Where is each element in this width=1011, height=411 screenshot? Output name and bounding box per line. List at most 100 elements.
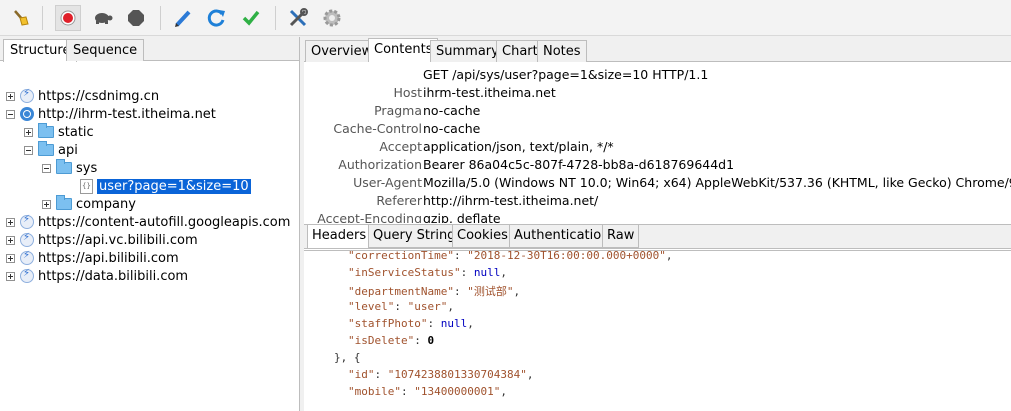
tab-query-string[interactable]: Query String	[368, 225, 461, 248]
header-row: Pragma no-cache	[304, 103, 1011, 121]
tree-node[interactable]: sys	[42, 159, 97, 177]
toolbar	[0, 0, 1011, 36]
header-row: Host ihrm-test.itheima.net	[304, 85, 1011, 103]
header-row: Accept application/json, text/plain, */*	[304, 139, 1011, 157]
json-line: "id": "1074238801330704384",	[348, 368, 533, 385]
header-key: Accept	[379, 139, 422, 154]
tab-notes[interactable]: Notes	[537, 40, 587, 62]
tab-summary[interactable]: Summary	[430, 40, 505, 62]
tree-node[interactable]: http://ihrm-test.itheima.net	[6, 105, 216, 123]
refresh-icon[interactable]	[204, 5, 230, 31]
header-key: Host	[393, 85, 422, 100]
collapse-icon[interactable]	[42, 163, 51, 173]
record-icon[interactable]	[55, 5, 81, 31]
tree-node[interactable]: api	[24, 141, 78, 159]
json-value: "1074238801330704384"	[387, 368, 527, 381]
stop-icon[interactable]	[123, 5, 149, 31]
collapse-icon[interactable]	[24, 145, 33, 155]
tree-node[interactable]: static	[24, 123, 94, 141]
lightning-icon	[20, 232, 34, 247]
header-value: ihrm-test.itheima.net	[423, 85, 556, 100]
tab-sequence[interactable]: Sequence	[66, 39, 145, 61]
lightning-icon	[20, 88, 34, 103]
pencil-icon[interactable]	[170, 5, 196, 31]
header-value: no-cache	[423, 103, 481, 118]
header-value: gzip, deflate	[423, 211, 501, 223]
header-value: Mozilla/5.0 (Windows NT 10.0; Win64; x64…	[423, 175, 1011, 190]
json-key: "correctionTime"	[348, 250, 454, 262]
tree-node-label: https://content-autofill.googleapis.com	[38, 214, 291, 230]
tree-node[interactable]: https://api.vc.bilibili.com	[6, 231, 198, 249]
tree-node-label: user?page=1&size=10	[97, 178, 251, 194]
broom-icon[interactable]	[8, 5, 34, 31]
json-line: "staffPhoto": null,	[348, 317, 474, 334]
json-punct: ,	[526, 368, 534, 381]
response-tab-bar: Headers Query String Cookies Authenticat…	[304, 224, 1011, 249]
tab-raw[interactable]: Raw	[602, 225, 640, 248]
json-punct: :	[453, 250, 468, 262]
tab-authentication[interactable]: Authentication	[509, 225, 615, 248]
check-icon[interactable]	[238, 5, 264, 31]
folder-icon	[38, 123, 54, 138]
header-value: no-cache	[423, 121, 481, 136]
json-punct: ,	[513, 285, 521, 298]
json-punct: :	[453, 285, 468, 298]
lightning-icon	[20, 250, 34, 265]
tree-node[interactable]: https://content-autofill.googleapis.com	[6, 213, 290, 231]
tree-node[interactable]: https://data.bilibili.com	[6, 267, 188, 285]
tree-node-label: https://api.vc.bilibili.com	[38, 232, 198, 248]
response-body[interactable]: "correctionTime": "2018-12-30T16:00:00.0…	[304, 250, 1011, 411]
json-line: "level": "user",	[348, 300, 454, 317]
expand-icon[interactable]	[24, 127, 33, 137]
header-row: Accept-Encoding gzip, deflate	[304, 211, 1011, 223]
tree-node[interactable]: https://api.bilibili.com	[6, 249, 179, 267]
structure-panel: Structure Sequence https://csdnimg.cn ht…	[0, 37, 300, 411]
tools-icon[interactable]	[285, 5, 311, 31]
json-key: "mobile"	[348, 385, 401, 398]
tab-headers[interactable]: Headers	[307, 225, 372, 249]
header-key: Accept-Encoding	[317, 211, 422, 223]
json-line: "departmentName": "测试部",	[348, 283, 520, 300]
json-value: "2018-12-30T16:00:00.000+0000"	[467, 250, 666, 262]
json-key: "staffPhoto"	[348, 317, 428, 330]
globe-icon	[20, 107, 34, 121]
left-tab-bar: Structure Sequence	[0, 37, 299, 62]
json-punct: ,	[500, 385, 507, 398]
gear-icon[interactable]	[319, 5, 345, 31]
header-value: application/json, text/plain, */*	[423, 139, 614, 154]
tree-node[interactable]: company	[42, 195, 136, 213]
json-value: null	[440, 317, 468, 330]
json-punct: :	[400, 385, 415, 398]
json-file-icon: {}	[80, 178, 93, 194]
tree-node-selected[interactable]: {} user?page=1&size=10	[80, 177, 251, 195]
expand-icon[interactable]	[6, 235, 15, 245]
folder-icon	[38, 141, 54, 156]
expand-icon[interactable]	[6, 253, 15, 263]
header-row: Authorization Bearer 86a04c5c-807f-4728-…	[304, 157, 1011, 175]
tree-node[interactable]: https://csdnimg.cn	[6, 87, 159, 105]
header-row: Cache-Control no-cache	[304, 121, 1011, 139]
tree-node-label: https://csdnimg.cn	[38, 88, 160, 104]
lightning-icon	[20, 268, 34, 283]
json-key: "departmentName"	[348, 285, 454, 298]
turtle-icon[interactable]	[89, 5, 115, 31]
tab-contents[interactable]: Contents	[368, 38, 439, 62]
collapse-icon[interactable]	[6, 109, 15, 119]
tab-cookies[interactable]: Cookies	[452, 225, 513, 248]
json-punct: ,	[467, 317, 474, 330]
header-key: Pragma	[374, 103, 422, 118]
expand-icon[interactable]	[6, 217, 15, 227]
expand-icon[interactable]	[6, 271, 15, 281]
json-value: "user"	[407, 300, 448, 313]
tree-node-label: http://ihrm-test.itheima.net	[38, 106, 216, 122]
json-value: null	[473, 266, 501, 279]
tree-node-label: https://data.bilibili.com	[38, 268, 189, 284]
json-key: "level"	[348, 300, 395, 313]
json-punct: }, {	[334, 351, 361, 364]
json-value: 0	[427, 334, 435, 347]
folder-icon	[56, 159, 72, 174]
expand-icon[interactable]	[42, 199, 51, 209]
expand-icon[interactable]	[6, 91, 15, 101]
request-headers: GET /api/sys/user?page=1&size=10 HTTP/1.…	[304, 63, 1011, 223]
json-punct: :	[414, 334, 428, 347]
